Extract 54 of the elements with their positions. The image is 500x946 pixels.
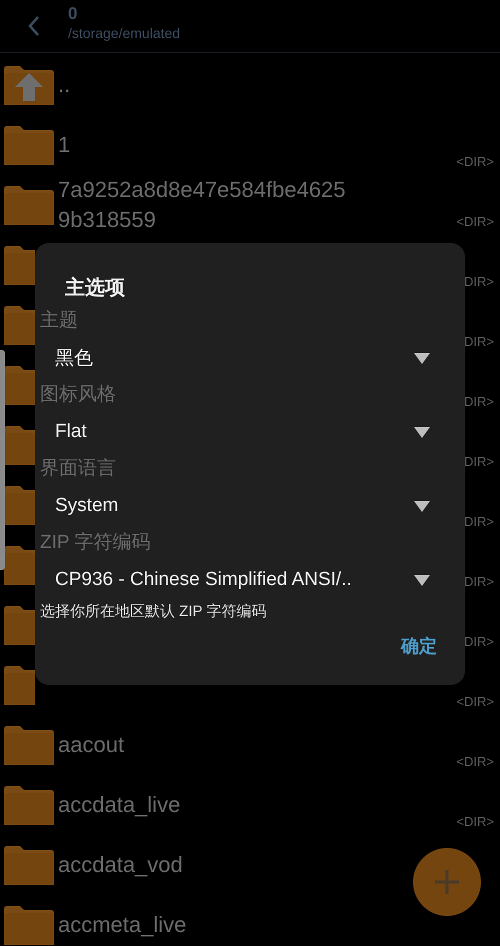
- dir-label: DIR>: [464, 394, 494, 409]
- folder-icon: [4, 726, 54, 764]
- ok-button[interactable]: 确定: [401, 631, 437, 661]
- dir-label: <DIR>: [456, 754, 494, 769]
- setting-label: 主题: [40, 309, 78, 333]
- file-name[interactable]: aacout: [58, 730, 356, 760]
- dropdown[interactable]: 黑色: [35, 339, 465, 377]
- dir-label: DIR>: [464, 274, 494, 289]
- folder-icon: [4, 366, 35, 404]
- folder-title: 0: [68, 4, 78, 24]
- dir-label: DIR>: [464, 334, 494, 349]
- dropdown[interactable]: CP936 - Chinese Simplified ANSI/..: [35, 561, 465, 599]
- scrollbar[interactable]: [0, 350, 5, 570]
- dialog-title: 主选项: [65, 276, 125, 301]
- setting-label: 图标风格: [40, 383, 116, 407]
- folder-icon: [4, 906, 54, 944]
- folder-icon: [4, 246, 35, 284]
- file-name[interactable]: ..: [58, 70, 356, 100]
- folder-icon: [4, 606, 35, 644]
- plus-icon: [432, 867, 462, 897]
- dir-label: <DIR>: [456, 154, 494, 169]
- file-name[interactable]: accmeta_live: [58, 910, 356, 940]
- caret-icon: [414, 500, 430, 512]
- caret-icon: [414, 574, 430, 586]
- file-name[interactable]: 1: [58, 130, 356, 160]
- dir-label: DIR>: [464, 574, 494, 589]
- file-name[interactable]: accdata_vod: [58, 850, 356, 880]
- setting-label: ZIP 字符编码: [40, 531, 150, 555]
- parent-folder-icon: [4, 66, 54, 104]
- caret-icon: [414, 426, 430, 438]
- folder-icon: [4, 846, 54, 884]
- dir-label: <DIR>: [456, 694, 494, 709]
- caret-icon: [414, 352, 430, 364]
- dropdown[interactable]: Flat: [35, 413, 465, 451]
- dir-label: <DIR>: [456, 214, 494, 229]
- folder-icon: [4, 126, 54, 164]
- hint-text: 选择你所在地区默认 ZIP 字符编码: [40, 602, 266, 622]
- dropdown[interactable]: System: [35, 487, 465, 525]
- folder-icon: [4, 546, 35, 584]
- file-name[interactable]: 7a9252a8d8e47e584fbe46259b318559: [58, 175, 356, 235]
- folder-icon: [4, 486, 35, 524]
- folder-icon: [4, 786, 54, 824]
- folder-icon: [4, 186, 54, 224]
- folder-path: /storage/emulated: [68, 24, 180, 42]
- folder-icon: [4, 426, 35, 464]
- file-name[interactable]: accdata_live: [58, 790, 356, 820]
- dir-label: DIR>: [464, 514, 494, 529]
- setting-label: 界面语言: [40, 457, 116, 481]
- folder-icon: [4, 306, 35, 344]
- dir-label: DIR>: [464, 634, 494, 649]
- back-button[interactable]: [26, 14, 42, 38]
- folder-icon: [4, 666, 35, 704]
- dir-label: DIR>: [464, 454, 494, 469]
- dir-label: <DIR>: [456, 814, 494, 829]
